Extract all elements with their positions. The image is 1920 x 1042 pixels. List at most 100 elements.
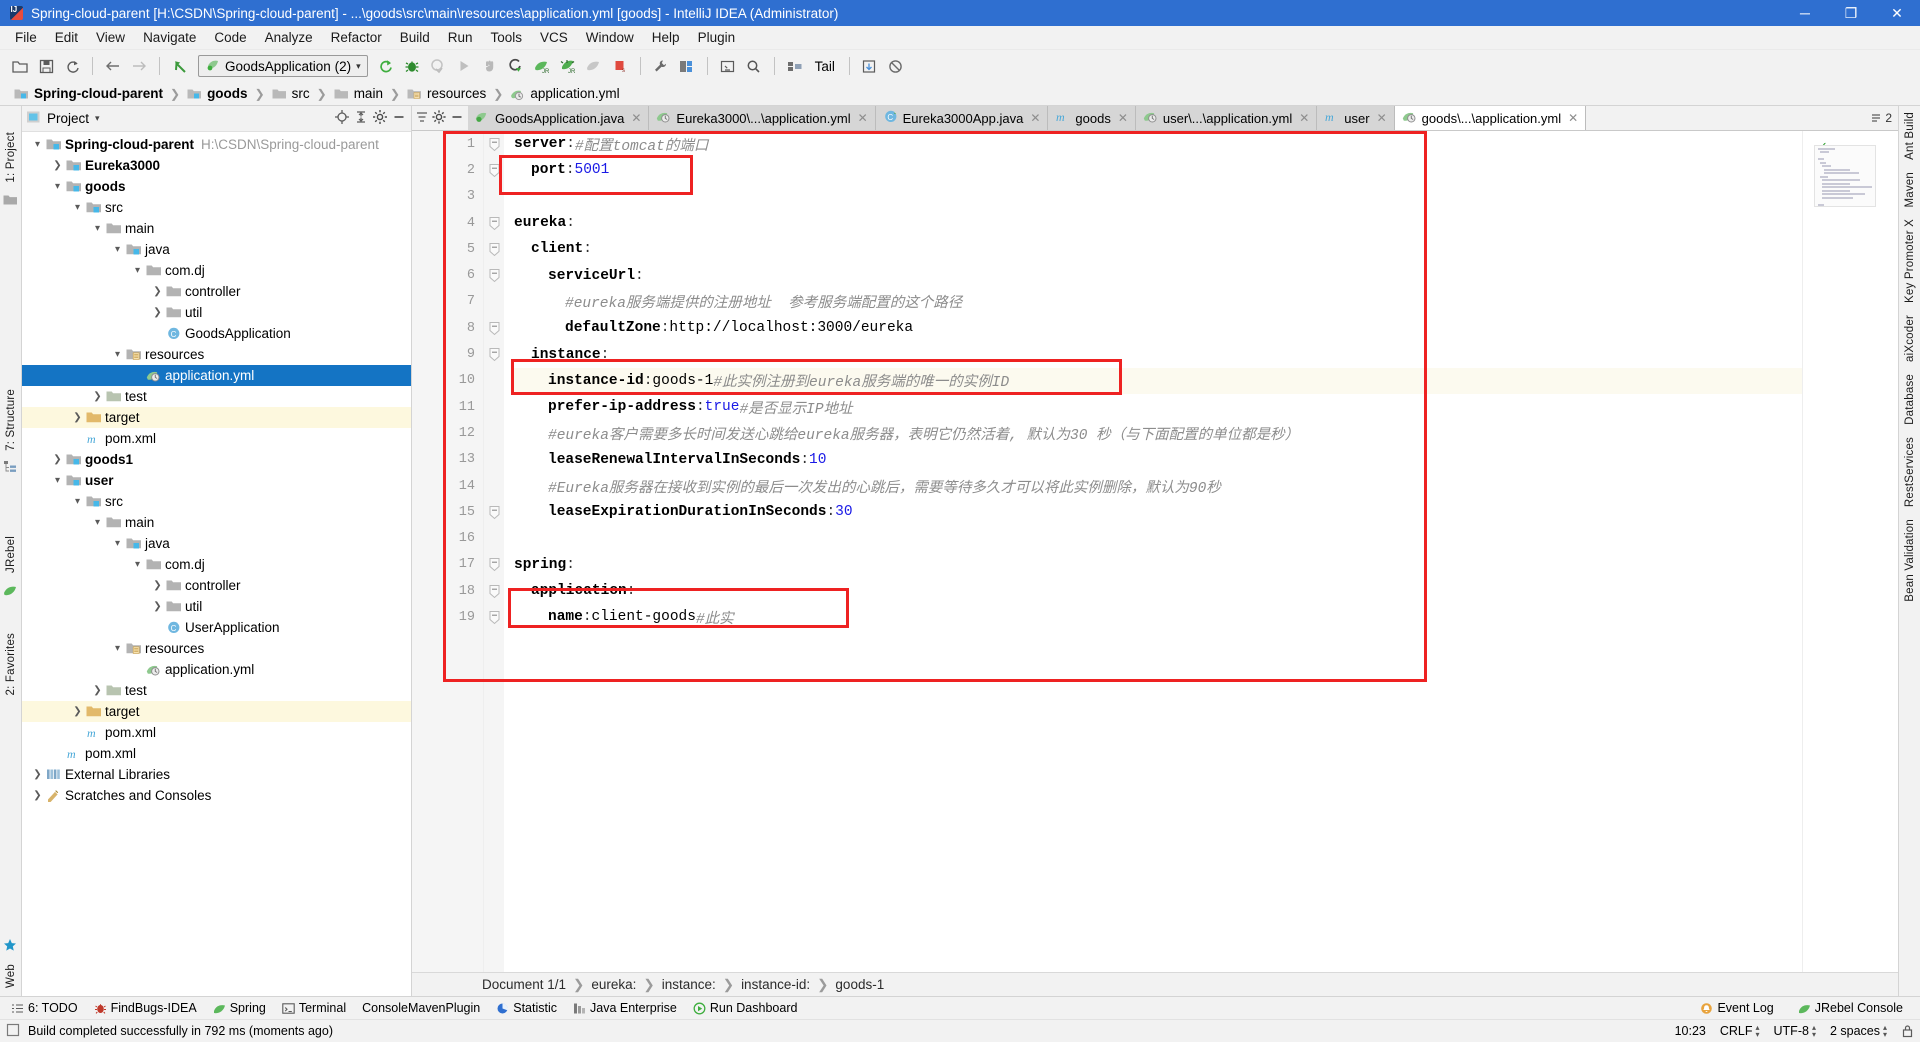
debug-bug-icon[interactable] bbox=[400, 54, 424, 78]
chevron-down-icon[interactable]: ▾ bbox=[95, 113, 100, 124]
code-line[interactable] bbox=[514, 184, 1802, 210]
tree-expand-toggle[interactable]: ▾ bbox=[130, 559, 145, 570]
close-tab-icon[interactable]: ✕ bbox=[631, 111, 641, 125]
status-indent[interactable]: 2 spaces ▴ ▾ bbox=[1830, 1024, 1887, 1039]
tail-log-icon[interactable] bbox=[783, 54, 807, 78]
line-number[interactable]: 12 bbox=[412, 420, 483, 446]
navigate-forward-icon[interactable] bbox=[127, 54, 151, 78]
tree-expand-toggle[interactable]: ▾ bbox=[110, 643, 125, 654]
breadcrumb-item-src[interactable]: src bbox=[268, 85, 314, 102]
code-line[interactable]: #Eureka服务器在接收到实例的最后一次发出的心跳后，需要等待多久才可以将此实… bbox=[514, 473, 1802, 499]
fold-toggle-icon[interactable] bbox=[484, 157, 504, 183]
tree-expand-toggle[interactable]: ❯ bbox=[70, 706, 85, 717]
close-tab-icon[interactable]: ✕ bbox=[858, 111, 868, 125]
tree-row[interactable]: ▾ src bbox=[22, 491, 411, 512]
favorites-star-icon[interactable] bbox=[3, 938, 19, 954]
project-view-icon[interactable] bbox=[3, 193, 19, 209]
tool-window-console-maven-plugin[interactable]: ConsoleMavenPlugin bbox=[355, 1000, 487, 1016]
code-line[interactable]: spring: bbox=[514, 552, 1802, 578]
sidebar-item-favorites[interactable]: 2: Favorites bbox=[5, 633, 17, 695]
line-number[interactable]: 17 bbox=[412, 552, 483, 578]
menu-help[interactable]: Help bbox=[643, 28, 689, 47]
sidebar-item-web[interactable]: Web bbox=[5, 964, 17, 988]
code-line[interactable]: port: 5001 bbox=[514, 157, 1802, 183]
tree-row[interactable]: ❯ controller bbox=[22, 281, 411, 302]
stop-red-icon[interactable]: s bbox=[608, 54, 632, 78]
code-minimap[interactable] bbox=[1814, 145, 1876, 207]
code-line[interactable]: prefer-ip-address: true #是否显示IP地址 bbox=[514, 394, 1802, 420]
tool-window-java-enterprise[interactable]: Java Enterprise bbox=[566, 1000, 684, 1016]
tree-row[interactable]: ▾ java bbox=[22, 239, 411, 260]
code-line[interactable]: serviceUrl: bbox=[514, 262, 1802, 288]
close-tab-icon[interactable]: ✕ bbox=[1568, 111, 1578, 125]
code-folding-column[interactable] bbox=[484, 131, 504, 972]
fold-toggle-icon[interactable] bbox=[484, 315, 504, 341]
tree-row[interactable]: ❯ target bbox=[22, 407, 411, 428]
tree-expand-toggle[interactable]: ▾ bbox=[30, 139, 45, 150]
tree-expand-toggle[interactable]: ❯ bbox=[150, 286, 165, 297]
line-number[interactable]: 16 bbox=[412, 525, 483, 551]
line-number[interactable]: 11 bbox=[412, 394, 483, 420]
editor-tab[interactable]: C Eureka3000App.java ✕ bbox=[875, 106, 1049, 130]
open-folder-icon[interactable] bbox=[8, 54, 32, 78]
tree-row[interactable]: ❯ test bbox=[22, 680, 411, 701]
minimize-button[interactable]: ─ bbox=[1782, 0, 1828, 26]
line-number[interactable]: 14 bbox=[412, 473, 483, 499]
tree-expand-toggle[interactable]: ❯ bbox=[30, 790, 45, 801]
attach-debugger-icon[interactable] bbox=[504, 54, 528, 78]
fold-toggle-icon[interactable] bbox=[484, 341, 504, 367]
line-number[interactable]: 10 bbox=[412, 368, 483, 394]
sidebar-item-aixcoder[interactable]: aiXcoder bbox=[1904, 315, 1916, 362]
close-tab-icon[interactable]: ✕ bbox=[1377, 111, 1387, 125]
tree-expand-toggle[interactable]: ▾ bbox=[90, 223, 105, 234]
structure-view-icon[interactable] bbox=[3, 460, 19, 476]
sidebar-item-project[interactable]: 1: Project bbox=[5, 132, 17, 183]
menu-vcs[interactable]: VCS bbox=[531, 28, 577, 47]
tree-row[interactable]: ❯ util bbox=[22, 302, 411, 323]
open-terminal-icon[interactable] bbox=[716, 54, 740, 78]
tool-window-event-log[interactable]: Event Log bbox=[1693, 1000, 1780, 1016]
project-structure-icon[interactable] bbox=[675, 54, 699, 78]
menu-run[interactable]: Run bbox=[439, 28, 482, 47]
tree-expand-toggle[interactable]: ❯ bbox=[150, 601, 165, 612]
tree-row[interactable]: application.yml bbox=[22, 659, 411, 680]
tree-row[interactable]: ▾ user bbox=[22, 470, 411, 491]
footer-crumb-instance-id[interactable]: instance-id: bbox=[741, 977, 810, 992]
editor-tab[interactable]: Eureka3000\...\application.yml ✕ bbox=[649, 106, 876, 130]
tree-expand-toggle[interactable]: ❯ bbox=[90, 685, 105, 696]
project-tree[interactable]: ▾ Spring-cloud-parent H:\CSDN\Spring-cloud… bbox=[22, 132, 411, 996]
code-line[interactable]: leaseExpirationDurationInSeconds: 30 bbox=[514, 499, 1802, 525]
tree-row[interactable]: ▾ resources bbox=[22, 344, 411, 365]
tool-window-spring[interactable]: Spring bbox=[206, 1000, 273, 1016]
status-line-separator[interactable]: CRLF ▴ ▾ bbox=[1720, 1024, 1760, 1039]
editor-tab[interactable]: m goods ✕ bbox=[1048, 106, 1136, 130]
read-write-lock-icon[interactable] bbox=[1901, 1024, 1914, 1038]
mute-breakpoints-icon[interactable] bbox=[884, 54, 908, 78]
tail-label[interactable]: Tail bbox=[809, 59, 841, 74]
tree-expand-toggle[interactable]: ❯ bbox=[50, 454, 65, 465]
menu-refactor[interactable]: Refactor bbox=[322, 28, 391, 47]
footer-crumb-instance[interactable]: instance: bbox=[662, 977, 716, 992]
tree-expand-toggle[interactable]: ▾ bbox=[70, 496, 85, 507]
close-button[interactable]: ✕ bbox=[1874, 0, 1920, 26]
line-number[interactable]: 1 bbox=[412, 131, 483, 157]
tree-expand-toggle[interactable]: ▾ bbox=[110, 349, 125, 360]
error-stripe-and-minimap[interactable]: ✓ bbox=[1802, 131, 1898, 972]
line-number[interactable]: 3 bbox=[412, 184, 483, 210]
menu-view[interactable]: View bbox=[87, 28, 134, 47]
tool-window-jrebel-console[interactable]: JRebel Console bbox=[1791, 1000, 1910, 1016]
tree-row[interactable]: ▾ Spring-cloud-parent H:\CSDN\Spring-cloud… bbox=[22, 134, 411, 155]
tab-overflow-indicator[interactable]: 2 bbox=[1870, 111, 1892, 125]
jrebel-run-icon[interactable]: JR bbox=[530, 54, 554, 78]
code-line[interactable]: #eureka客户需要多长时间发送心跳给eureka服务器，表明它仍然活着, 默… bbox=[514, 420, 1802, 446]
status-encoding[interactable]: UTF-8 ▴ ▾ bbox=[1774, 1024, 1816, 1039]
rerun-icon[interactable] bbox=[374, 54, 398, 78]
tree-row[interactable]: ❯ goods1 bbox=[22, 449, 411, 470]
tree-expand-toggle[interactable]: ❯ bbox=[50, 160, 65, 171]
stop-hand-icon[interactable] bbox=[478, 54, 502, 78]
tool-window-terminal[interactable]: Terminal bbox=[275, 1000, 353, 1016]
tree-row[interactable]: C GoodsApplication bbox=[22, 323, 411, 344]
fold-toggle-icon[interactable] bbox=[484, 552, 504, 578]
tree-expand-toggle[interactable]: ❯ bbox=[90, 391, 105, 402]
tree-row[interactable]: ❯ Eureka3000 bbox=[22, 155, 411, 176]
